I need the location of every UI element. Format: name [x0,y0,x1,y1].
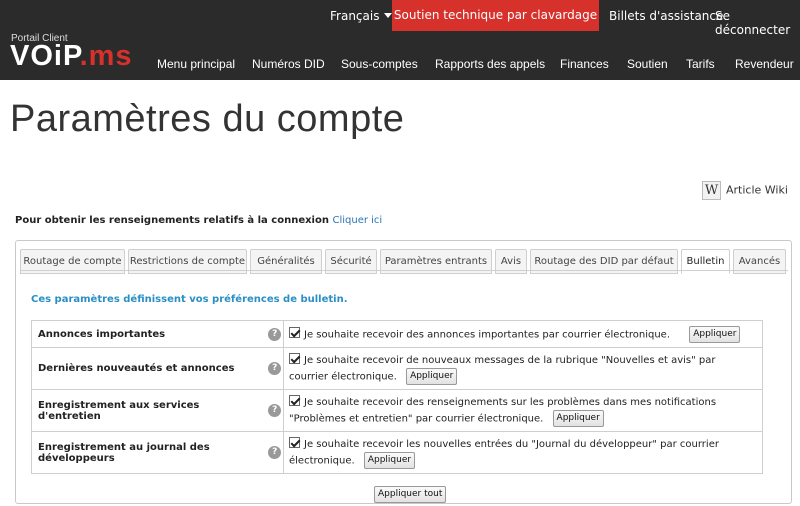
nav-item-revendeur[interactable]: Revendeur [735,57,794,71]
nav-item-rapports-appels[interactable]: Rapports des appels [435,57,545,71]
setting-row-nouveautes: Dernières nouveautés et annonces ? Je so… [31,347,763,390]
setting-row-developpeurs: Enregistrement au journal des développeu… [31,431,763,474]
logo[interactable]: VOiP.ms [10,40,133,73]
nav-item-tarifs[interactable]: Tarifs [686,57,715,71]
nav-item-finances[interactable]: Finances [560,57,609,71]
setting-label: Annonces importantes [31,320,267,348]
setting-label: Dernières nouveautés et annonces [31,347,267,390]
apply-all-button[interactable]: Appliquer tout [374,486,447,503]
entretien-checkbox[interactable] [289,394,300,406]
nav-item-menu-principal[interactable]: Menu principal [157,57,235,71]
support-chat-button[interactable]: Soutien technique par clavardage [392,0,599,31]
nav-item-sous-comptes[interactable]: Sous-comptes [341,57,418,71]
logout-link[interactable]: Se déconnecter [715,9,800,37]
developpeurs-apply-button[interactable]: Appliquer [363,451,416,469]
setting-text: Je souhaite recevoir des annonces import… [304,329,671,340]
annonces-apply-button[interactable]: Appliquer [689,325,741,343]
logo-text-b: .ms [79,40,133,72]
setting-label: Enregistrement au journal des développeu… [31,431,267,474]
bulletin-intro: Ces paramètres définissent vos préférenc… [31,294,348,305]
setting-row-annonces: Annonces importantes ? Je souhaite recev… [31,320,763,348]
annonces-checkbox[interactable] [289,327,300,338]
page-title: Paramètres du compte [10,98,405,140]
nav-item-numeros-did[interactable]: Numéros DID [252,57,325,71]
login-info-text: Pour obtenir les renseignements relatifs… [15,215,329,226]
bulletin-settings-table: Annonces importantes ? Je souhaite recev… [31,320,763,474]
wikipedia-icon: W [702,181,721,200]
tickets-link[interactable]: Billets d'assistance [609,9,723,23]
logo-text-a: VOiP [10,40,80,72]
wiki-label: Article Wiki [726,183,788,197]
setting-text: Je souhaite recevoir les nouvelles entré… [289,438,719,467]
header: Français Soutien technique par clavardag… [0,0,800,80]
settings-panel: Routage de compte Restrictions de compte… [15,240,792,504]
entretien-apply-button[interactable]: Appliquer [552,409,604,427]
top-bar: Français Soutien technique par clavardag… [0,0,800,37]
setting-label: Enregistrement aux services d'entretien [31,389,267,432]
nav-item-soutien[interactable]: Soutien [627,57,668,71]
setting-text: Je souhaite recevoir de nouveaux message… [289,354,716,383]
setting-text: Je souhaite recevoir des renseignements … [289,396,717,425]
login-info: Pour obtenir les renseignements relatifs… [15,215,382,226]
nouveautes-checkbox[interactable] [289,352,300,364]
language-selector[interactable]: Français [330,9,393,23]
login-info-link[interactable]: Cliquer ici [332,215,382,226]
question-mark-icon[interactable]: ? [268,446,282,459]
nouveautes-apply-button[interactable]: Appliquer [406,367,458,385]
tab-divider [20,270,788,271]
question-mark-icon[interactable]: ? [268,362,282,375]
setting-row-entretien: Enregistrement aux services d'entretien … [31,389,763,432]
question-mark-icon[interactable]: ? [268,404,282,417]
wiki-link[interactable]: W Article Wiki [702,181,788,200]
developpeurs-checkbox[interactable] [289,436,300,448]
language-label: Français [330,9,380,23]
question-mark-icon[interactable]: ? [268,327,282,341]
